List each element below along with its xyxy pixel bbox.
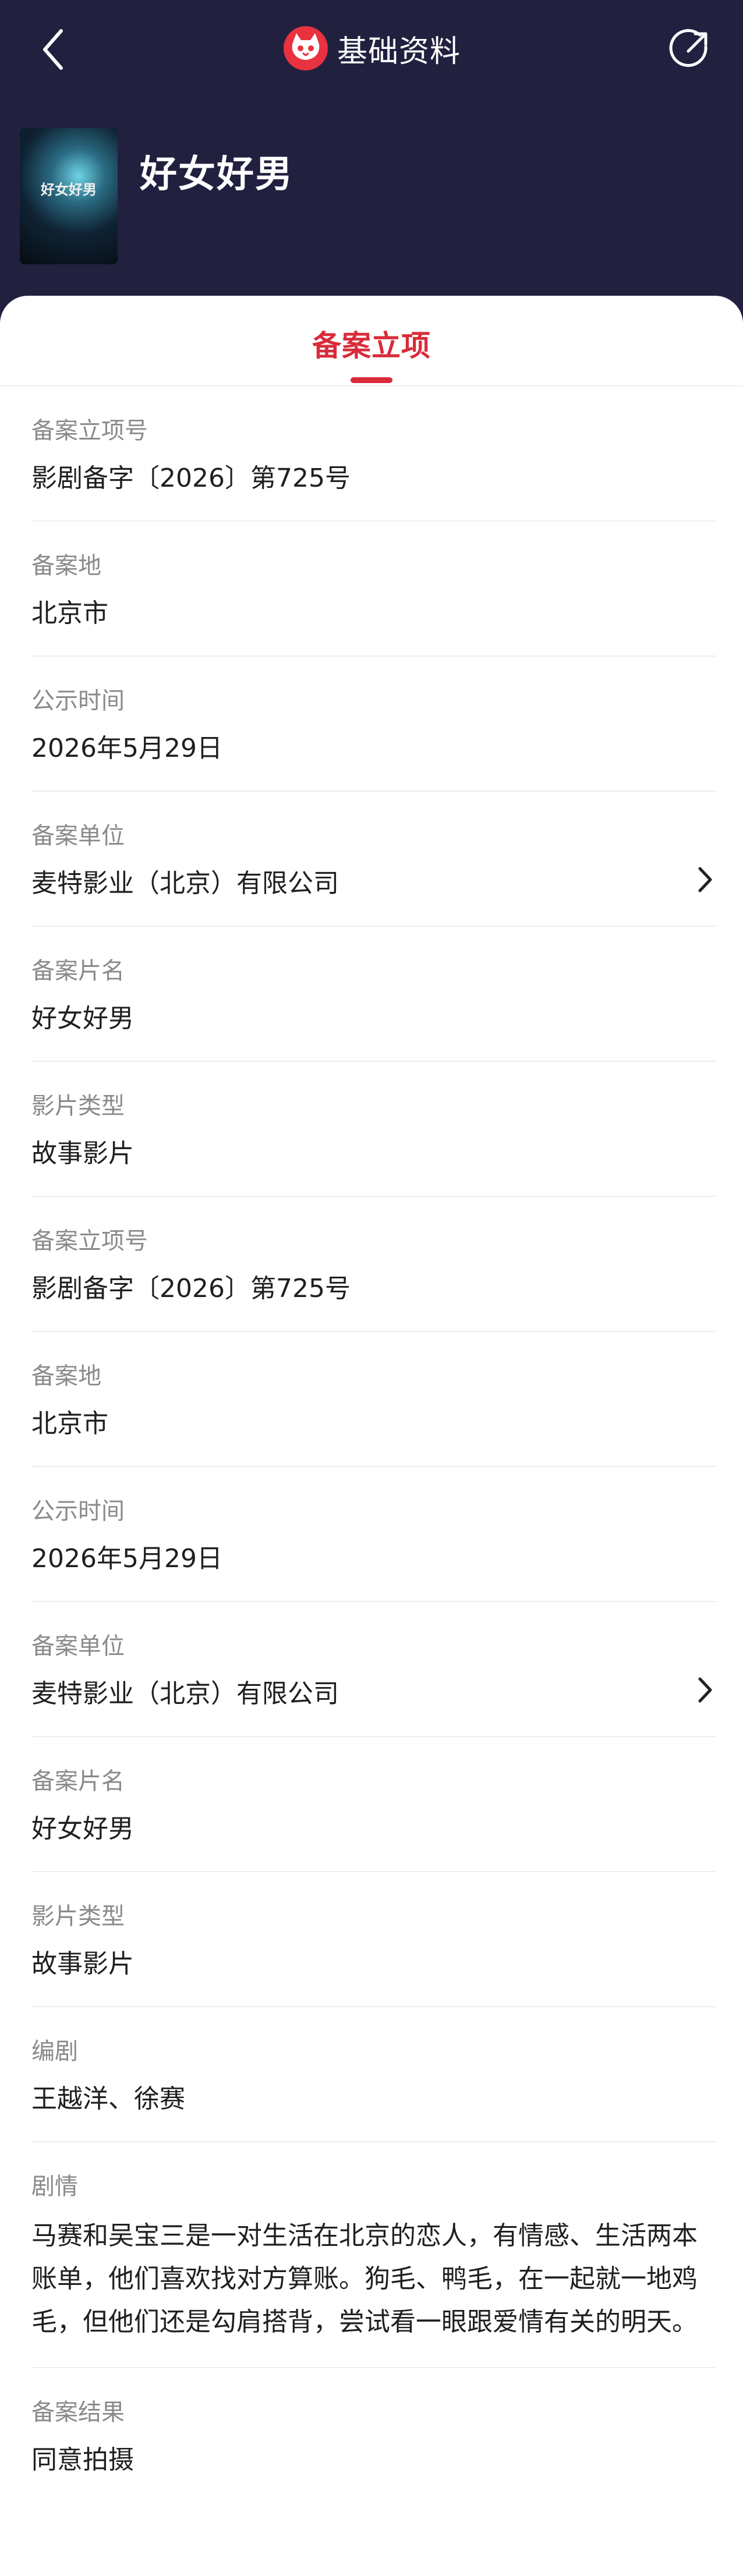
page-title: 基础资料 <box>337 34 461 69</box>
movie-header: 好女好男 好女好男 <box>20 128 293 264</box>
poster-title: 好女好男 <box>41 182 97 198</box>
row-value: 2026年5月29日 <box>31 1544 222 1574</box>
info-row: 剧情马赛和吴宝三是一对生活在北京的恋人，有情感、生活两本账单，他们喜欢找对方算账… <box>31 2142 716 2368</box>
row-value: 麦特影业（北京）有限公司 <box>31 869 339 898</box>
row-label: 备案结果 <box>31 2399 125 2426</box>
tab-filing[interactable]: 备案立项 <box>0 323 743 364</box>
row-label: 备案地 <box>31 1363 101 1390</box>
row-label: 影片类型 <box>31 1903 125 1930</box>
info-row: 编剧 王越洋、徐赛 <box>31 2007 716 2142</box>
row-value: 马赛和吴宝三是一对生活在北京的恋人，有情感、生活两本账单，他们喜欢找对方算账。狗… <box>31 2221 698 2337</box>
info-row[interactable]: 备案单位麦特影业（北京）有限公司 <box>31 1602 716 1737</box>
row-label: 备案片名 <box>31 1768 125 1795</box>
row-value: 好女好男 <box>31 1004 134 1033</box>
info-row: 公示时间 2026年5月29日 <box>31 1467 716 1602</box>
info-row[interactable]: 备案单位麦特影业（北京）有限公司 <box>31 792 716 927</box>
row-value: 麦特影业（北京）有限公司 <box>31 1679 339 1709</box>
share-icon <box>669 29 707 67</box>
info-list: 备案立项号 影剧备字〔2026〕第725号 备案地 北京市 公示时间 2026年5月29日… <box>0 387 743 2503</box>
row-value: 北京市 <box>31 598 108 628</box>
row-value: 同意拍摄 <box>31 2445 134 2475</box>
row-label: 公示时间 <box>31 1498 125 1525</box>
row-value: 北京市 <box>31 1409 108 1438</box>
tab-bar: 备案立项 <box>0 296 743 387</box>
movie-poster[interactable]: 好女好男 <box>20 128 118 264</box>
row-label: 影片类型 <box>31 1093 125 1119</box>
row-value: 王越洋、徐赛 <box>31 2084 185 2114</box>
header: 基础资料 好女好男 好女好男 <box>0 0 743 297</box>
info-row: 备案立项号影剧备字〔2026〕第725号 <box>31 387 716 522</box>
row-label: 备案地 <box>31 552 101 579</box>
row-label: 备案立项号 <box>31 1228 148 1255</box>
row-label: 备案单位 <box>31 1633 125 1660</box>
info-row: 备案结果 同意拍摄 <box>31 2368 716 2503</box>
share-button[interactable] <box>664 23 716 76</box>
nav-title: 基础资料 <box>0 22 743 75</box>
row-label: 编剧 <box>31 2038 78 2065</box>
info-row: 备案地 北京市 <box>31 1332 716 1467</box>
info-row: 备案地 北京市 <box>31 522 716 657</box>
row-label: 备案单位 <box>31 823 125 849</box>
movie-title: 好女好男 <box>140 153 293 196</box>
row-value: 好女好男 <box>31 1814 134 1844</box>
row-label: 备案片名 <box>31 958 125 984</box>
page: 基础资料 好女好男 好女好男 备案立项 备案立项号 影剧备字〔2026〕第725号… <box>0 0 743 2576</box>
maoyan-cat-logo <box>283 26 328 70</box>
row-label: 公示时间 <box>31 688 125 714</box>
row-value: 2026年5月29日 <box>31 734 222 763</box>
info-row: 备案片名 好女好男 <box>31 1737 716 1872</box>
row-value: 影剧备字〔2026〕第725号 <box>31 463 351 493</box>
info-row: 影片类型 故事影片 <box>31 1872 716 2007</box>
row-label: 剧情 <box>31 2173 78 2200</box>
tab-indicator <box>351 377 392 383</box>
info-row: 公示时间 2026年5月29日 <box>31 657 716 792</box>
row-value: 故事影片 <box>31 1949 134 1979</box>
row-label: 备案立项号 <box>31 417 148 444</box>
row-value: 故事影片 <box>31 1139 134 1168</box>
info-card: 备案立项 备案立项号 影剧备字〔2026〕第725号 备案地 北京市 公示时间 2026年… <box>0 296 743 2576</box>
chevron-right-icon[interactable] <box>693 864 716 895</box>
info-row: 影片类型 故事影片 <box>31 1062 716 1197</box>
info-row: 备案片名 好女好男 <box>31 927 716 1062</box>
chevron-right-icon[interactable] <box>693 1674 716 1706</box>
info-row: 备案立项号影剧备字〔2026〕第725号 <box>31 1197 716 1332</box>
row-value: 影剧备字〔2026〕第725号 <box>31 1274 351 1303</box>
